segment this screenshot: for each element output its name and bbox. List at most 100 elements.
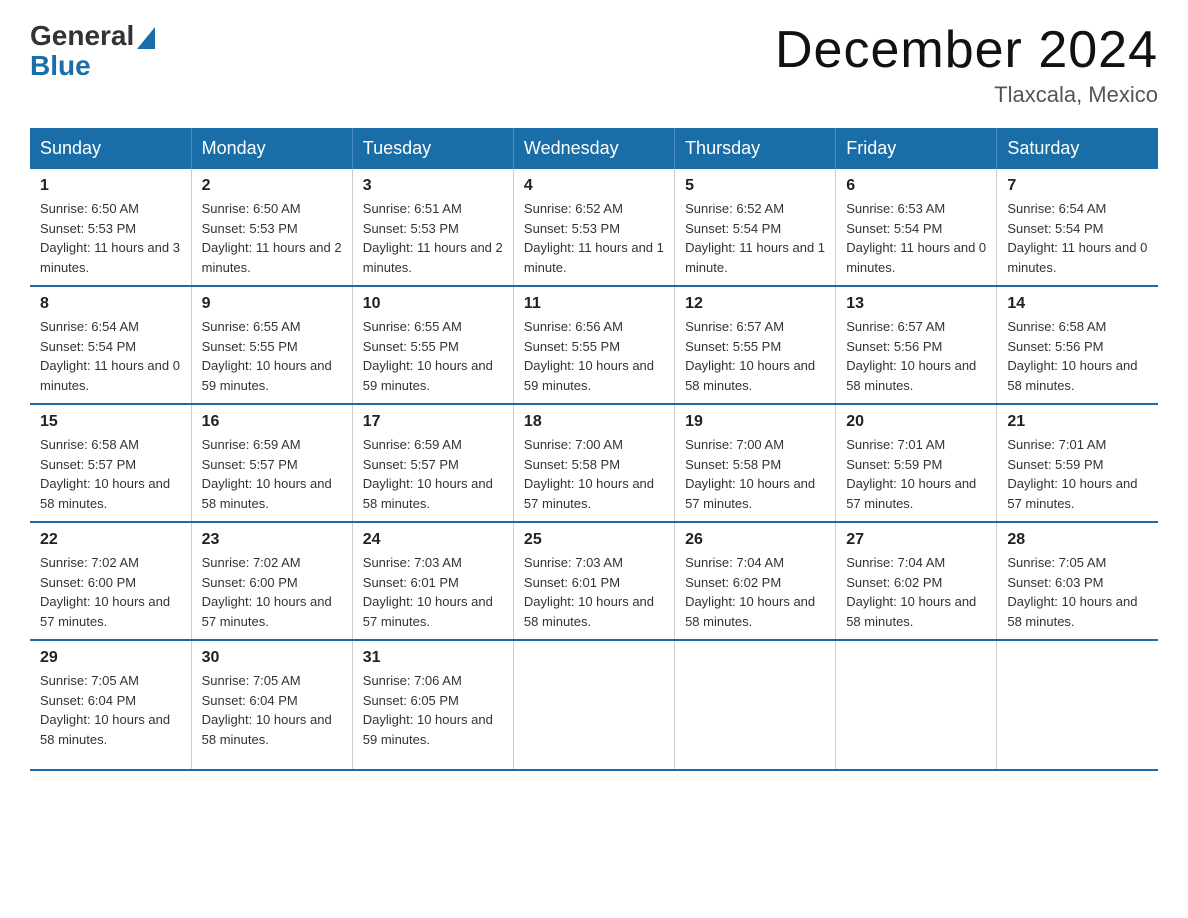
day-info: Sunrise: 6:57 AMSunset: 5:56 PMDaylight:…	[846, 319, 976, 393]
day-info: Sunrise: 6:54 AMSunset: 5:54 PMDaylight:…	[40, 319, 180, 393]
month-title: December 2024	[775, 20, 1158, 80]
day-cell: 7 Sunrise: 6:54 AMSunset: 5:54 PMDayligh…	[997, 169, 1158, 286]
day-cell: 26 Sunrise: 7:04 AMSunset: 6:02 PMDaylig…	[675, 522, 836, 640]
day-number: 28	[1007, 531, 1148, 549]
day-info: Sunrise: 7:04 AMSunset: 6:02 PMDaylight:…	[846, 555, 976, 629]
header-sunday: Sunday	[30, 128, 191, 169]
day-info: Sunrise: 7:01 AMSunset: 5:59 PMDaylight:…	[1007, 437, 1137, 511]
day-number: 13	[846, 295, 986, 313]
calendar-header-row: SundayMondayTuesdayWednesdayThursdayFrid…	[30, 128, 1158, 169]
day-cell: 3 Sunrise: 6:51 AMSunset: 5:53 PMDayligh…	[352, 169, 513, 286]
day-number: 3	[363, 177, 503, 195]
logo: General Blue	[30, 20, 155, 82]
day-cell: 31 Sunrise: 7:06 AMSunset: 6:05 PMDaylig…	[352, 640, 513, 770]
day-info: Sunrise: 7:02 AMSunset: 6:00 PMDaylight:…	[202, 555, 332, 629]
day-info: Sunrise: 7:05 AMSunset: 6:04 PMDaylight:…	[202, 673, 332, 747]
day-info: Sunrise: 7:01 AMSunset: 5:59 PMDaylight:…	[846, 437, 976, 511]
day-info: Sunrise: 6:56 AMSunset: 5:55 PMDaylight:…	[524, 319, 654, 393]
week-row-5: 29 Sunrise: 7:05 AMSunset: 6:04 PMDaylig…	[30, 640, 1158, 770]
day-cell: 19 Sunrise: 7:00 AMSunset: 5:58 PMDaylig…	[675, 404, 836, 522]
day-number: 22	[40, 531, 181, 549]
location-text: Tlaxcala, Mexico	[775, 82, 1158, 108]
page-header: General Blue December 2024 Tlaxcala, Mex…	[30, 20, 1158, 108]
day-info: Sunrise: 7:02 AMSunset: 6:00 PMDaylight:…	[40, 555, 170, 629]
day-info: Sunrise: 7:04 AMSunset: 6:02 PMDaylight:…	[685, 555, 815, 629]
day-number: 19	[685, 413, 825, 431]
day-cell: 30 Sunrise: 7:05 AMSunset: 6:04 PMDaylig…	[191, 640, 352, 770]
day-cell: 25 Sunrise: 7:03 AMSunset: 6:01 PMDaylig…	[513, 522, 674, 640]
day-number: 21	[1007, 413, 1148, 431]
day-info: Sunrise: 6:59 AMSunset: 5:57 PMDaylight:…	[202, 437, 332, 511]
day-info: Sunrise: 6:51 AMSunset: 5:53 PMDaylight:…	[363, 201, 503, 275]
day-cell: 20 Sunrise: 7:01 AMSunset: 5:59 PMDaylig…	[836, 404, 997, 522]
header-saturday: Saturday	[997, 128, 1158, 169]
day-info: Sunrise: 6:55 AMSunset: 5:55 PMDaylight:…	[202, 319, 332, 393]
day-info: Sunrise: 6:58 AMSunset: 5:56 PMDaylight:…	[1007, 319, 1137, 393]
day-info: Sunrise: 7:05 AMSunset: 6:03 PMDaylight:…	[1007, 555, 1137, 629]
day-number: 23	[202, 531, 342, 549]
week-row-4: 22 Sunrise: 7:02 AMSunset: 6:00 PMDaylig…	[30, 522, 1158, 640]
day-info: Sunrise: 6:54 AMSunset: 5:54 PMDaylight:…	[1007, 201, 1147, 275]
day-info: Sunrise: 7:06 AMSunset: 6:05 PMDaylight:…	[363, 673, 493, 747]
day-info: Sunrise: 6:53 AMSunset: 5:54 PMDaylight:…	[846, 201, 986, 275]
header-monday: Monday	[191, 128, 352, 169]
day-number: 29	[40, 649, 181, 667]
title-area: December 2024 Tlaxcala, Mexico	[775, 20, 1158, 108]
day-info: Sunrise: 6:52 AMSunset: 5:54 PMDaylight:…	[685, 201, 825, 275]
day-cell: 22 Sunrise: 7:02 AMSunset: 6:00 PMDaylig…	[30, 522, 191, 640]
header-friday: Friday	[836, 128, 997, 169]
day-cell: 2 Sunrise: 6:50 AMSunset: 5:53 PMDayligh…	[191, 169, 352, 286]
day-number: 12	[685, 295, 825, 313]
day-cell: 21 Sunrise: 7:01 AMSunset: 5:59 PMDaylig…	[997, 404, 1158, 522]
day-number: 24	[363, 531, 503, 549]
day-info: Sunrise: 7:03 AMSunset: 6:01 PMDaylight:…	[524, 555, 654, 629]
day-number: 15	[40, 413, 181, 431]
day-cell: 12 Sunrise: 6:57 AMSunset: 5:55 PMDaylig…	[675, 286, 836, 404]
day-number: 8	[40, 295, 181, 313]
day-cell: 17 Sunrise: 6:59 AMSunset: 5:57 PMDaylig…	[352, 404, 513, 522]
logo-general-text: General	[30, 20, 134, 52]
week-row-3: 15 Sunrise: 6:58 AMSunset: 5:57 PMDaylig…	[30, 404, 1158, 522]
day-info: Sunrise: 6:52 AMSunset: 5:53 PMDaylight:…	[524, 201, 664, 275]
day-cell: 5 Sunrise: 6:52 AMSunset: 5:54 PMDayligh…	[675, 169, 836, 286]
day-info: Sunrise: 6:57 AMSunset: 5:55 PMDaylight:…	[685, 319, 815, 393]
day-cell	[675, 640, 836, 770]
day-cell: 18 Sunrise: 7:00 AMSunset: 5:58 PMDaylig…	[513, 404, 674, 522]
day-cell: 16 Sunrise: 6:59 AMSunset: 5:57 PMDaylig…	[191, 404, 352, 522]
day-cell: 13 Sunrise: 6:57 AMSunset: 5:56 PMDaylig…	[836, 286, 997, 404]
day-cell	[836, 640, 997, 770]
day-number: 14	[1007, 295, 1148, 313]
day-number: 1	[40, 177, 181, 195]
day-number: 9	[202, 295, 342, 313]
day-cell: 10 Sunrise: 6:55 AMSunset: 5:55 PMDaylig…	[352, 286, 513, 404]
day-info: Sunrise: 6:58 AMSunset: 5:57 PMDaylight:…	[40, 437, 170, 511]
day-cell: 23 Sunrise: 7:02 AMSunset: 6:00 PMDaylig…	[191, 522, 352, 640]
week-row-1: 1 Sunrise: 6:50 AMSunset: 5:53 PMDayligh…	[30, 169, 1158, 286]
day-number: 4	[524, 177, 664, 195]
day-info: Sunrise: 6:59 AMSunset: 5:57 PMDaylight:…	[363, 437, 493, 511]
day-number: 2	[202, 177, 342, 195]
day-number: 11	[524, 295, 664, 313]
day-cell	[997, 640, 1158, 770]
header-tuesday: Tuesday	[352, 128, 513, 169]
day-cell: 9 Sunrise: 6:55 AMSunset: 5:55 PMDayligh…	[191, 286, 352, 404]
day-number: 26	[685, 531, 825, 549]
week-row-2: 8 Sunrise: 6:54 AMSunset: 5:54 PMDayligh…	[30, 286, 1158, 404]
day-info: Sunrise: 7:05 AMSunset: 6:04 PMDaylight:…	[40, 673, 170, 747]
day-number: 17	[363, 413, 503, 431]
header-thursday: Thursday	[675, 128, 836, 169]
day-info: Sunrise: 6:50 AMSunset: 5:53 PMDaylight:…	[40, 201, 180, 275]
day-cell: 24 Sunrise: 7:03 AMSunset: 6:01 PMDaylig…	[352, 522, 513, 640]
day-number: 30	[202, 649, 342, 667]
day-info: Sunrise: 6:50 AMSunset: 5:53 PMDaylight:…	[202, 201, 342, 275]
day-info: Sunrise: 6:55 AMSunset: 5:55 PMDaylight:…	[363, 319, 493, 393]
day-info: Sunrise: 7:03 AMSunset: 6:01 PMDaylight:…	[363, 555, 493, 629]
day-number: 27	[846, 531, 986, 549]
calendar-table: SundayMondayTuesdayWednesdayThursdayFrid…	[30, 128, 1158, 771]
day-cell: 4 Sunrise: 6:52 AMSunset: 5:53 PMDayligh…	[513, 169, 674, 286]
day-info: Sunrise: 7:00 AMSunset: 5:58 PMDaylight:…	[685, 437, 815, 511]
day-number: 16	[202, 413, 342, 431]
day-cell: 15 Sunrise: 6:58 AMSunset: 5:57 PMDaylig…	[30, 404, 191, 522]
day-cell: 1 Sunrise: 6:50 AMSunset: 5:53 PMDayligh…	[30, 169, 191, 286]
day-number: 31	[363, 649, 503, 667]
